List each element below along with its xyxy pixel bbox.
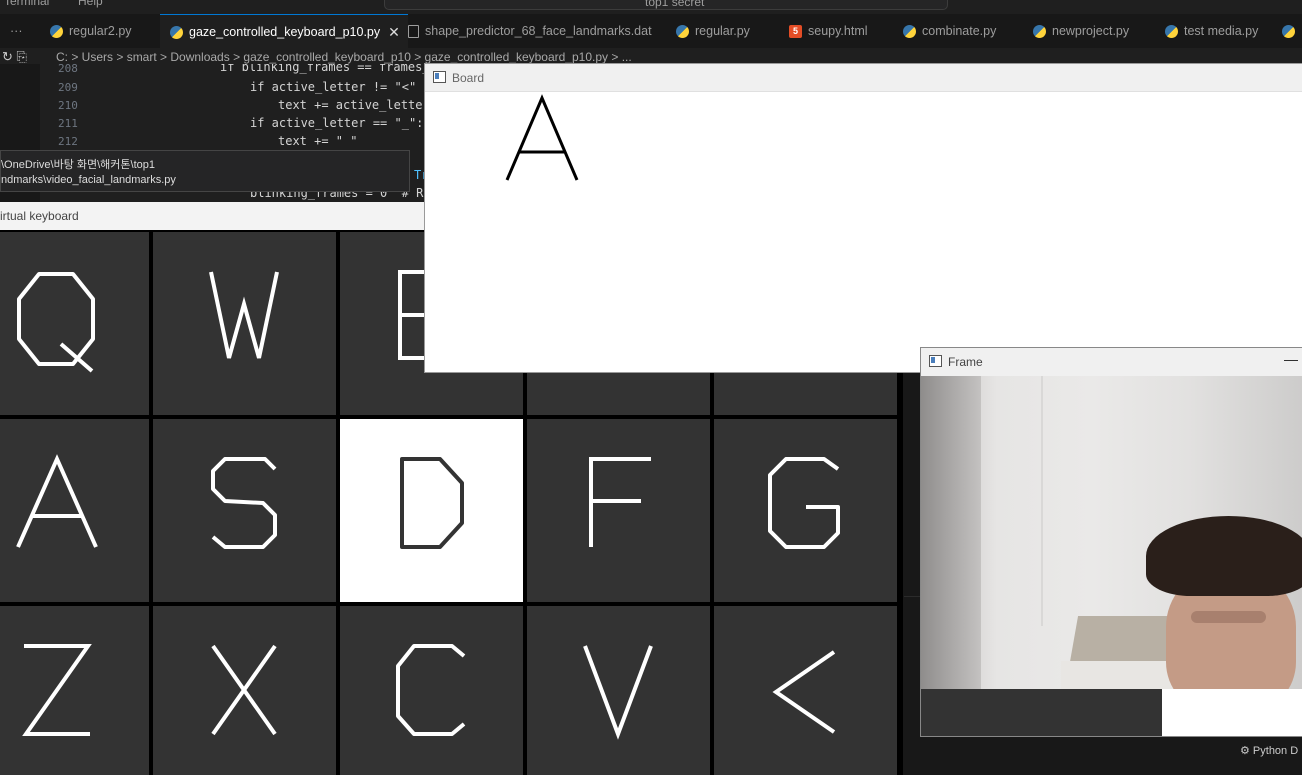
breadcrumb-path[interactable]: C: > Users > smart > Downloads > gaze_co… — [56, 50, 632, 64]
python-icon — [1282, 24, 1295, 38]
window-icon — [929, 355, 942, 367]
python-icon — [50, 24, 63, 38]
tab-seupy[interactable]: 5 seupy.html — [789, 14, 889, 48]
window-icon — [433, 71, 446, 83]
tab-gaze-controlled-keyboard[interactable]: gaze_controlled_keyboard_p10.py ✕ — [160, 14, 408, 48]
file-icon — [408, 24, 419, 38]
tab-label: combinate.py — [922, 24, 997, 38]
webcam-feed — [921, 376, 1302, 689]
user-hair — [1146, 516, 1302, 596]
key-z[interactable] — [0, 606, 149, 775]
code-line: text += active_letter — [278, 98, 430, 112]
board-canvas — [505, 94, 579, 181]
tab-label: shape_predictor_68_face_landmarks.dat — [425, 24, 652, 38]
tab-label: newproject.py — [1052, 24, 1130, 38]
tab-regular2[interactable]: regular2.py — [50, 14, 160, 48]
editor-tab-bar: ··· regular2.py gaze_controlled_keyboard… — [0, 14, 1302, 48]
key-w[interactable] — [153, 232, 336, 415]
toolbar-icons[interactable]: ↻ ⎘ — [2, 49, 27, 65]
code-line: if active_letter != "<" a — [250, 80, 430, 94]
line-number: 208 — [58, 64, 78, 75]
key-g[interactable] — [714, 419, 897, 602]
python-debug-status[interactable]: ⚙ Python D — [1240, 744, 1298, 757]
code-line: text += " " — [278, 134, 358, 148]
tooltip-line-2: ndmarks\video_facial_landmarks.py — [1, 174, 176, 186]
tooltip-line-1: \OneDrive\바탕 화면\해커톤\top1 — [1, 159, 155, 171]
python-icon — [1033, 24, 1046, 38]
tab-label: gaze_controlled_keyboard_p10.py — [189, 25, 381, 39]
key-x[interactable] — [153, 606, 336, 775]
path-tooltip: \OneDrive\바탕 화면\해커톤\top1 ndmarks\video_f… — [0, 150, 410, 192]
key-backspace[interactable] — [714, 606, 897, 775]
board-window: Board — [425, 64, 1302, 372]
python-icon — [903, 24, 916, 38]
debug-icon: ⚙ — [1240, 745, 1253, 757]
python-icon — [170, 25, 183, 39]
board-titlebar[interactable]: Board — [425, 64, 1302, 92]
tab-test-media[interactable]: test media.py — [1165, 14, 1275, 48]
tab-combinate[interactable]: combinate.py — [903, 14, 1013, 48]
line-number: 211 — [58, 117, 78, 130]
window-title: irtual keyboard — [0, 209, 79, 223]
line-number: 212 — [58, 135, 78, 148]
tab-newproject[interactable]: newproject.py — [1033, 14, 1148, 48]
tab-overflow[interactable] — [1282, 14, 1302, 48]
window-title: Board — [452, 71, 485, 85]
tab-regular[interactable]: regular.py — [676, 14, 776, 48]
command-center-text: top1 secret — [645, 0, 705, 9]
code-line: if blinking_frames == frames_ — [220, 64, 430, 74]
status-label: Python D — [1252, 745, 1299, 757]
frame-titlebar[interactable]: Frame — — [921, 348, 1302, 376]
key-s[interactable] — [153, 419, 336, 602]
frame-window: Frame — — [921, 348, 1302, 736]
more-tabs-label: ··· — [10, 24, 23, 38]
tab-label: seupy.html — [808, 24, 868, 38]
tab-shape-predictor[interactable]: shape_predictor_68_face_landmarks.dat — [408, 14, 662, 48]
minimize-icon[interactable]: — — [1284, 351, 1298, 367]
code-line: if active_letter == "_": — [250, 116, 424, 130]
line-number: 210 — [58, 99, 78, 112]
more-tabs-button[interactable]: ··· — [10, 14, 23, 48]
menu-item-help[interactable]: Help — [78, 0, 103, 8]
python-icon — [676, 24, 689, 38]
html-icon: 5 — [789, 24, 802, 38]
window-title: Frame — [948, 355, 983, 369]
key-q[interactable] — [0, 232, 149, 415]
close-icon[interactable]: ✕ — [388, 24, 400, 41]
tab-label: regular2.py — [69, 24, 132, 38]
line-number: 209 — [58, 81, 78, 94]
key-v[interactable] — [527, 606, 710, 775]
eye-panel-right — [1162, 689, 1302, 736]
board-typed-letter-a — [505, 94, 579, 181]
key-d-selected[interactable] — [340, 419, 523, 602]
python-icon — [1165, 24, 1178, 38]
eye-panel-left — [921, 689, 1162, 736]
menu-item-terminal[interactable]: Terminal — [4, 0, 49, 8]
command-center[interactable]: top1 secret — [384, 0, 948, 10]
menu-bar: Terminal Help top1 secret — [0, 0, 1302, 12]
key-f[interactable] — [527, 419, 710, 602]
tab-label: test media.py — [1184, 24, 1259, 38]
tab-label: regular.py — [695, 24, 750, 38]
key-c[interactable] — [340, 606, 523, 775]
key-a[interactable] — [0, 419, 149, 602]
